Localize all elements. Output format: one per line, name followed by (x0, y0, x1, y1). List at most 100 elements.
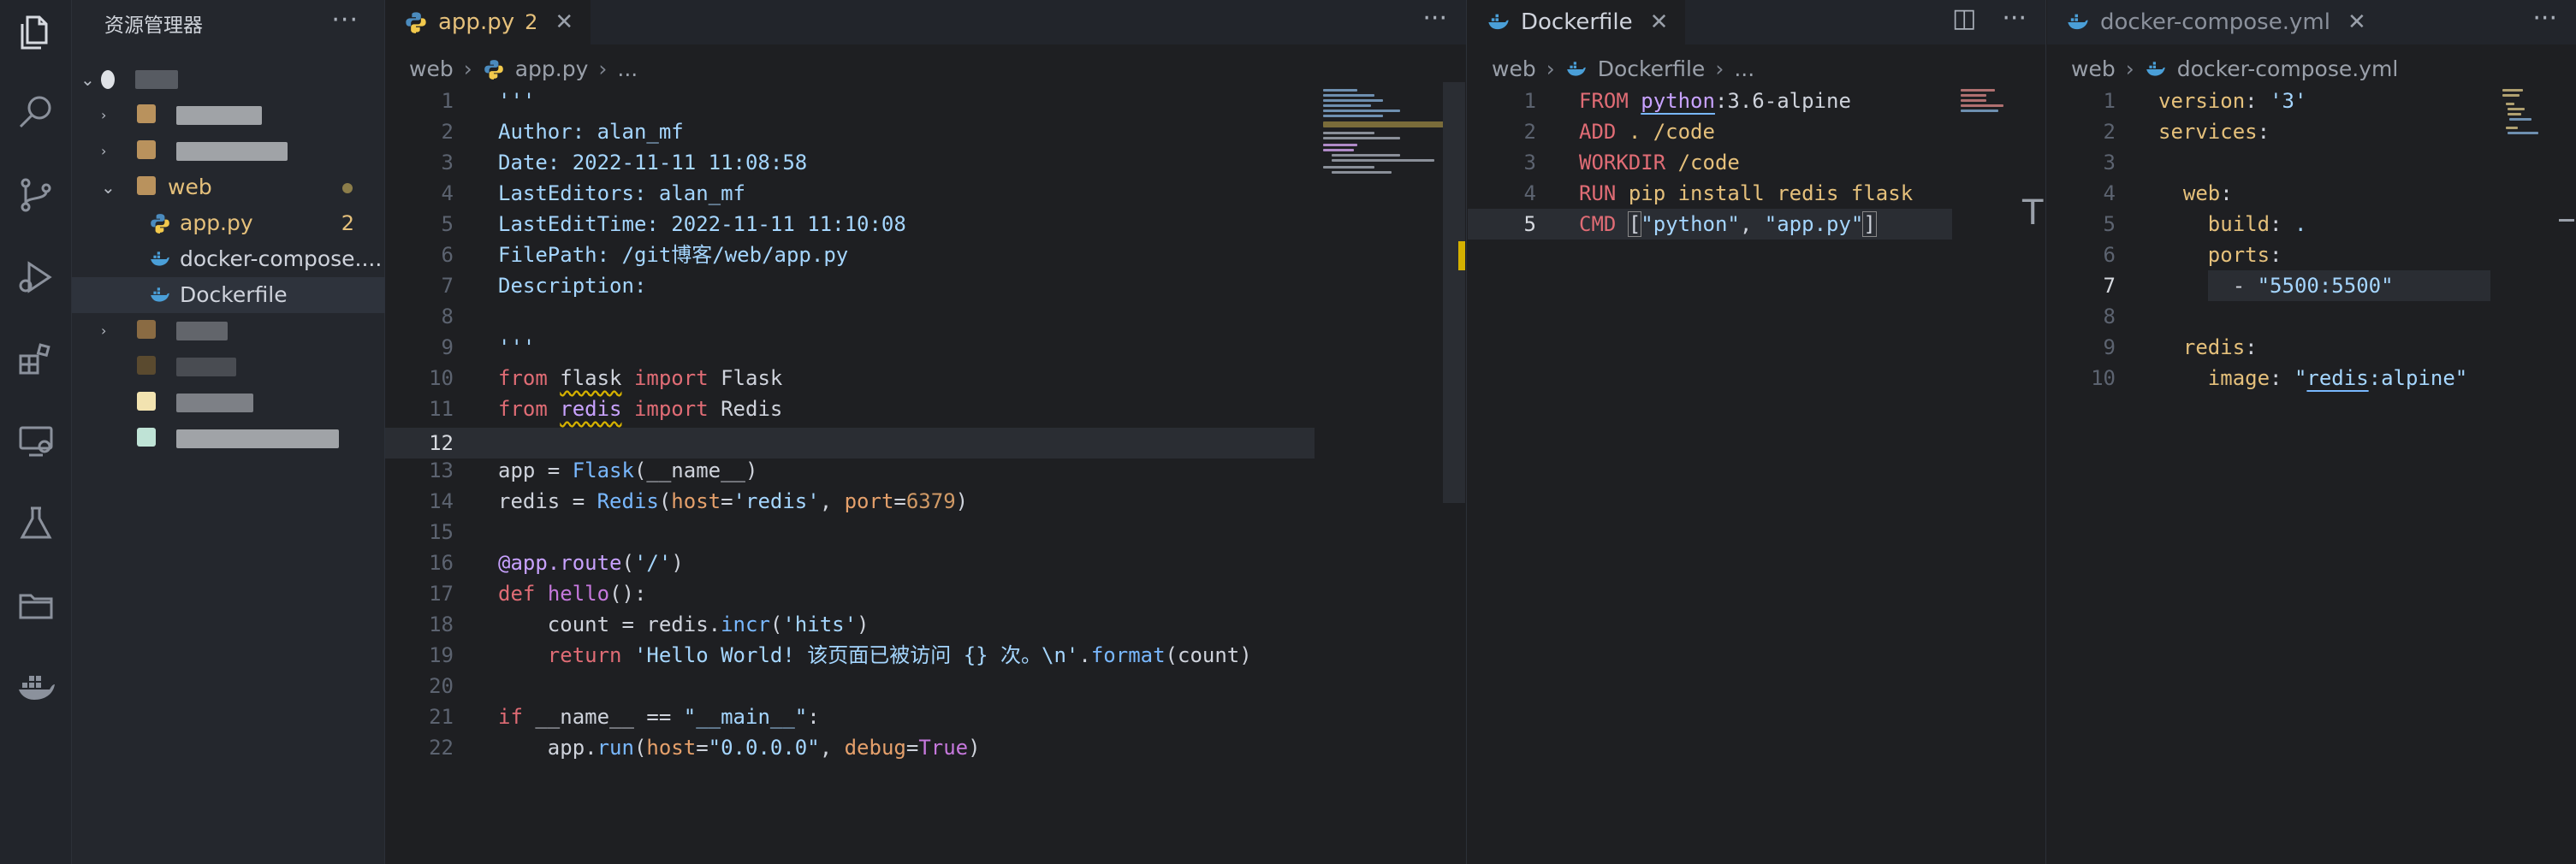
file-label-app-py: app.py (180, 210, 253, 235)
folder-icon[interactable] (12, 582, 60, 630)
folder-icon (137, 104, 156, 123)
breadcrumb-file[interactable]: Dockerfile (1598, 56, 1706, 81)
file-icon (137, 428, 156, 447)
tree-row-app-py[interactable]: app.py 2 (72, 205, 385, 241)
tab-actions: ··· (2532, 3, 2557, 33)
chevron-right-icon: › (2125, 56, 2134, 81)
close-icon[interactable]: ✕ (2347, 9, 2366, 35)
redacted-label (135, 70, 178, 89)
minimap[interactable] (2499, 82, 2567, 253)
split-editor-icon[interactable]: ◫ (1952, 3, 1976, 33)
tree-row-redacted-1[interactable]: › (72, 98, 385, 133)
modified-dot (342, 183, 353, 193)
docker-file-icon (2068, 14, 2088, 30)
tab-label: docker-compose.yml (2100, 9, 2330, 35)
tab-label: Dockerfile (1521, 9, 1633, 35)
chevron-right-icon: › (101, 143, 107, 159)
problems-count-badge: 2 (341, 211, 354, 235)
folder-icon (137, 176, 156, 195)
chevron-down-icon: ⌄ (101, 177, 116, 198)
breadcrumb-symbol[interactable]: ... (617, 56, 638, 81)
chevron-right-icon: › (1715, 56, 1724, 81)
editor-group-dockerfile: Dockerfile ✕ ◫ ··· web › Dockerfile › ..… (1468, 0, 2046, 864)
chevron-right-icon: › (463, 56, 472, 81)
editor-group-docker-compose: docker-compose.yml ✕ ··· web › docker-co… (2047, 0, 2576, 864)
extensions-icon[interactable] (12, 335, 60, 383)
redacted-label (176, 394, 253, 412)
breadcrumb-file[interactable]: docker-compose.yml (2177, 56, 2399, 81)
tree-row-redacted-6[interactable] (72, 421, 385, 457)
breadcrumb-folder[interactable]: web (2071, 56, 2116, 81)
source-control-icon[interactable] (12, 171, 60, 219)
tab-label: app.py (438, 9, 515, 35)
more-actions-icon[interactable]: ··· (1422, 3, 1447, 33)
tab-docker-compose[interactable]: docker-compose.yml ✕ (2047, 0, 2383, 44)
tree-row-redacted-5[interactable] (72, 385, 385, 421)
chevron-right-icon: › (598, 56, 608, 81)
remote-explorer-icon[interactable] (12, 417, 60, 465)
docker-file-icon (1566, 61, 1586, 76)
more-actions-icon[interactable]: ··· (2532, 3, 2557, 33)
close-icon[interactable]: ✕ (1650, 9, 1669, 35)
tab-actions: ◫ ··· (1952, 3, 2027, 33)
explorer-title: 资源管理器 (104, 15, 203, 37)
tree-row-dockerfile[interactable]: Dockerfile (72, 277, 385, 313)
redacted-label (176, 358, 236, 376)
redacted-label (176, 429, 339, 448)
vscode-window: 资源管理器 ··· ⌄ › › ⌄ web app.py 2 docker-co… (0, 0, 2576, 864)
more-actions-icon[interactable]: ··· (2002, 3, 2027, 33)
text-cursor-icon: T (2022, 193, 2044, 233)
folder-icon (137, 356, 156, 375)
breadcrumb: web › docker-compose.yml (2071, 56, 2398, 81)
overview-ruler-warning (1458, 241, 1465, 270)
tree-row-web-folder[interactable]: ⌄ web (72, 169, 385, 205)
chevron-right-icon: › (101, 107, 107, 123)
activity-bar (0, 0, 72, 864)
folder-icon (137, 140, 156, 159)
chevron-down-icon: ⌄ (80, 69, 95, 90)
python-file-icon (151, 214, 169, 234)
explorer-more-icon[interactable]: ··· (331, 5, 359, 35)
tab-bar: Dockerfile ✕ ◫ ··· (1468, 0, 2045, 44)
tab-bar: app.py 2 ✕ ··· (385, 0, 1466, 44)
run-debug-icon[interactable] (12, 253, 60, 301)
tree-row-docker-compose[interactable]: docker-compose.... (72, 241, 385, 277)
redacted-label (176, 322, 228, 340)
breadcrumb-folder[interactable]: web (409, 56, 454, 81)
docker-icon[interactable] (12, 664, 60, 712)
close-icon[interactable]: ✕ (555, 9, 573, 35)
search-icon[interactable] (12, 89, 60, 137)
explorer-icon[interactable] (12, 9, 60, 56)
tab-bar: docker-compose.yml ✕ ··· (2047, 0, 2576, 44)
breadcrumb-symbol[interactable]: ... (1734, 56, 1754, 81)
chevron-right-icon: › (1546, 56, 1555, 81)
python-file-icon (406, 12, 426, 33)
python-file-icon (484, 59, 503, 80)
tree-row-root[interactable]: ⌄ (72, 62, 385, 98)
editor-group-app-py: app.py 2 ✕ ··· web › app.py › ... 1 ''' 2… (385, 0, 1467, 864)
docker-file-icon (1488, 14, 1509, 30)
folder-label-web: web (168, 175, 212, 199)
docker-file-icon (151, 252, 169, 266)
breadcrumb-file[interactable]: app.py (515, 56, 589, 81)
breadcrumb: web › Dockerfile › ... (1492, 56, 1754, 81)
tree-row-redacted-2[interactable]: › (72, 133, 385, 169)
scroll-indicator (2559, 219, 2574, 222)
file-icon (137, 392, 156, 411)
tab-actions: ··· (1422, 3, 1447, 33)
breadcrumb-folder[interactable]: web (1492, 56, 1536, 81)
chevron-right-icon: › (101, 323, 107, 339)
tree-row-redacted-4[interactable] (72, 349, 385, 385)
vertical-scrollbar[interactable] (1443, 82, 1465, 503)
redacted-icon (101, 70, 115, 89)
redacted-label (176, 106, 262, 125)
tab-app-py[interactable]: app.py 2 ✕ (385, 0, 591, 44)
file-label-dockerfile: Dockerfile (180, 282, 288, 307)
docker-file-icon (151, 287, 169, 302)
tree-row-redacted-3[interactable]: › (72, 313, 385, 349)
folder-icon (137, 320, 156, 339)
tab-dockerfile[interactable]: Dockerfile ✕ (1468, 0, 1686, 44)
testing-icon[interactable] (12, 500, 60, 547)
minimap[interactable] (1320, 82, 1446, 253)
redacted-label (176, 142, 288, 161)
